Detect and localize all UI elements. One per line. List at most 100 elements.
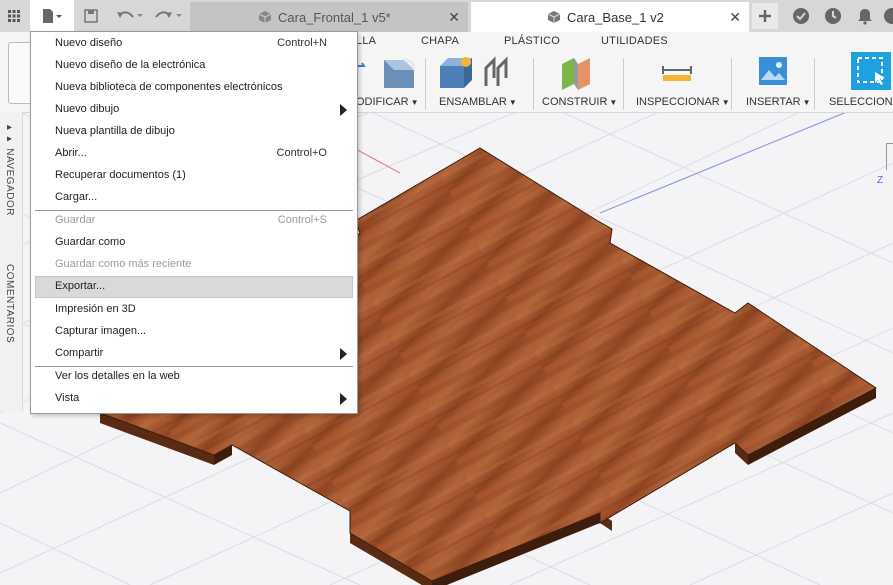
menu-item-save[interactable]: Guardar Control+S (35, 210, 353, 232)
file-menu-button[interactable] (30, 0, 74, 32)
ribbon-divider (425, 58, 426, 110)
dropdown-caret-icon: ▼ (721, 98, 730, 107)
menu-item-view-details-web[interactable]: Ver los detalles en la web (35, 366, 353, 388)
construct-menu[interactable]: CONSTRUIR ▼ (542, 96, 617, 108)
inspect-menu[interactable]: INSPECCIONAR ▼ (636, 96, 730, 108)
dropdown-caret-icon: ▼ (410, 98, 419, 107)
modify-menu[interactable]: ODIFICAR ▼ (356, 96, 418, 108)
menu-item-save-as[interactable]: Guardar como (35, 232, 353, 254)
side-panel: ▸▸ NAVEGADOR COMENTARIOS (0, 112, 23, 412)
tab-utilities[interactable]: UTILIDADES (601, 35, 668, 47)
undo-icon[interactable] (112, 0, 148, 32)
menu-item-label: Compartir (55, 347, 104, 359)
menu-item-label: Nuevo diseño de la electrónica (55, 59, 206, 71)
tab-document-inactive[interactable]: Cara_Frontal_1 v5* ✕ (190, 2, 468, 32)
cube-icon (547, 11, 561, 23)
menu-item-label: Ver los detalles en la web (55, 370, 180, 382)
menu-item-new-electronics-library[interactable]: Nueva biblioteca de componentes electrón… (35, 77, 353, 99)
menu-item-label: Guardar (55, 214, 96, 226)
close-tab-icon[interactable]: ✕ (729, 9, 741, 26)
viewcube-axis-label: Z (877, 175, 884, 186)
menu-item-3d-print[interactable]: Impresión en 3D (35, 299, 353, 321)
menu-item-save-as-latest[interactable]: Guardar como más reciente (35, 254, 353, 276)
menu-item-new-electronics-design[interactable]: Nuevo diseño de la electrónica (35, 55, 353, 77)
insert-label: INSERTAR (746, 96, 801, 108)
dropdown-caret-icon: ▼ (508, 98, 517, 107)
menu-item-label: Guardar como (55, 236, 126, 248)
select-label: SELECCIONA (829, 96, 893, 108)
add-tab-icon[interactable] (752, 3, 778, 29)
redo-icon[interactable] (152, 0, 186, 32)
inspect-tool-icon[interactable] (662, 64, 692, 87)
navigator-label: NAVEGADOR (4, 148, 15, 216)
extensions-icon[interactable] (788, 0, 814, 32)
menu-item-export[interactable]: Exportar... (35, 276, 353, 298)
grid-icon[interactable] (0, 0, 28, 32)
menu-item-share[interactable]: Compartir (35, 343, 353, 365)
save-icon[interactable] (80, 0, 102, 32)
assemble-menu[interactable]: ENSAMBLAR ▼ (439, 96, 517, 108)
menu-item-label: Nuevo diseño (55, 37, 123, 49)
menu-item-label: Nueva biblioteca de componentes electrón… (55, 81, 283, 93)
menu-item-label: Exportar... (55, 280, 106, 292)
menu-item-new-design[interactable]: Nuevo diseño Control+N (35, 33, 353, 55)
help-icon[interactable] (880, 0, 893, 32)
menu-item-label: Capturar imagen... (55, 325, 147, 337)
menu-item-view[interactable]: Vista (35, 388, 353, 410)
notifications-icon[interactable] (852, 0, 878, 32)
tab-surface[interactable]: LLA (356, 35, 376, 47)
menu-item-open[interactable]: Abrir... Control+O (35, 143, 353, 165)
menu-item-shortcut: Control+O (276, 147, 327, 159)
menu-item-shortcut: Control+N (277, 37, 327, 49)
menu-item-capture-image[interactable]: Capturar imagen... (35, 321, 353, 343)
ribbon-divider (623, 58, 624, 110)
insert-tool-icon[interactable] (758, 56, 788, 91)
dropdown-caret-icon: ▼ (802, 98, 811, 107)
construct-tool-icon[interactable] (560, 56, 594, 95)
y-axis-line (599, 113, 846, 214)
menu-item-new-drawing-template[interactable]: Nueva plantilla de dibujo (35, 121, 353, 143)
select-menu[interactable]: SELECCIONA (829, 96, 893, 108)
menu-item-label: Impresión en 3D (55, 303, 136, 315)
menu-item-recover-documents[interactable]: Recuperar documentos (1) (35, 165, 353, 187)
tab-sheet-metal[interactable]: CHAPA (421, 35, 459, 47)
menu-item-upload[interactable]: Cargar... (35, 187, 353, 209)
ribbon-divider (533, 58, 534, 110)
assemble-tool-icon[interactable] (440, 56, 514, 95)
cube-icon (258, 11, 272, 23)
file-menu-dropdown: Nuevo diseño Control+N Nuevo diseño de la… (30, 31, 358, 414)
modify-label: ODIFICAR (356, 96, 409, 108)
job-status-icon[interactable] (820, 0, 846, 32)
construct-label: CONSTRUIR (542, 96, 608, 108)
ribbon-divider (814, 58, 815, 110)
comments-tab[interactable]: COMENTARIOS (4, 264, 15, 343)
tab-document-active[interactable]: Cara_Base_1 v2 ✕ (471, 2, 749, 32)
tab-plastic[interactable]: PLÁSTICO (504, 35, 560, 47)
inspect-label: INSPECCIONAR (636, 96, 720, 108)
file-icon (43, 9, 62, 23)
insert-menu[interactable]: INSERTAR ▼ (746, 96, 811, 108)
title-bar: Cara_Frontal_1 v5* ✕ Cara_Base_1 v2 ✕ (0, 0, 893, 32)
assemble-label: ENSAMBLAR (439, 96, 507, 108)
submenu-arrow-icon (340, 393, 347, 405)
close-tab-icon[interactable]: ✕ (448, 9, 460, 26)
menu-item-label: Recuperar documentos (1) (55, 169, 186, 181)
modify-tool-icon[interactable] (356, 56, 418, 95)
tab-label: Cara_Base_1 v2 (567, 9, 664, 25)
collapse-arrows-icon: ▸▸ (4, 122, 15, 149)
submenu-arrow-icon (340, 104, 347, 116)
ribbon-divider (731, 58, 732, 110)
menu-item-shortcut: Control+S (277, 214, 327, 226)
menu-item-label: Nuevo dibujo (55, 103, 120, 115)
submenu-arrow-icon (340, 348, 347, 360)
menu-item-label: Abrir... (55, 147, 87, 159)
menu-item-label: Cargar... (55, 191, 98, 203)
menu-item-label: Vista (55, 392, 80, 404)
tab-label: Cara_Frontal_1 v5* (278, 9, 391, 25)
menu-item-label: Guardar como más reciente (55, 258, 192, 270)
navigator-tab[interactable]: ▸▸ NAVEGADOR (4, 122, 15, 216)
menu-item-new-drawing[interactable]: Nuevo dibujo (35, 99, 353, 121)
menu-item-label: Nueva plantilla de dibujo (55, 125, 175, 137)
viewcube[interactable] (886, 143, 893, 170)
select-tool-icon[interactable] (851, 52, 891, 90)
